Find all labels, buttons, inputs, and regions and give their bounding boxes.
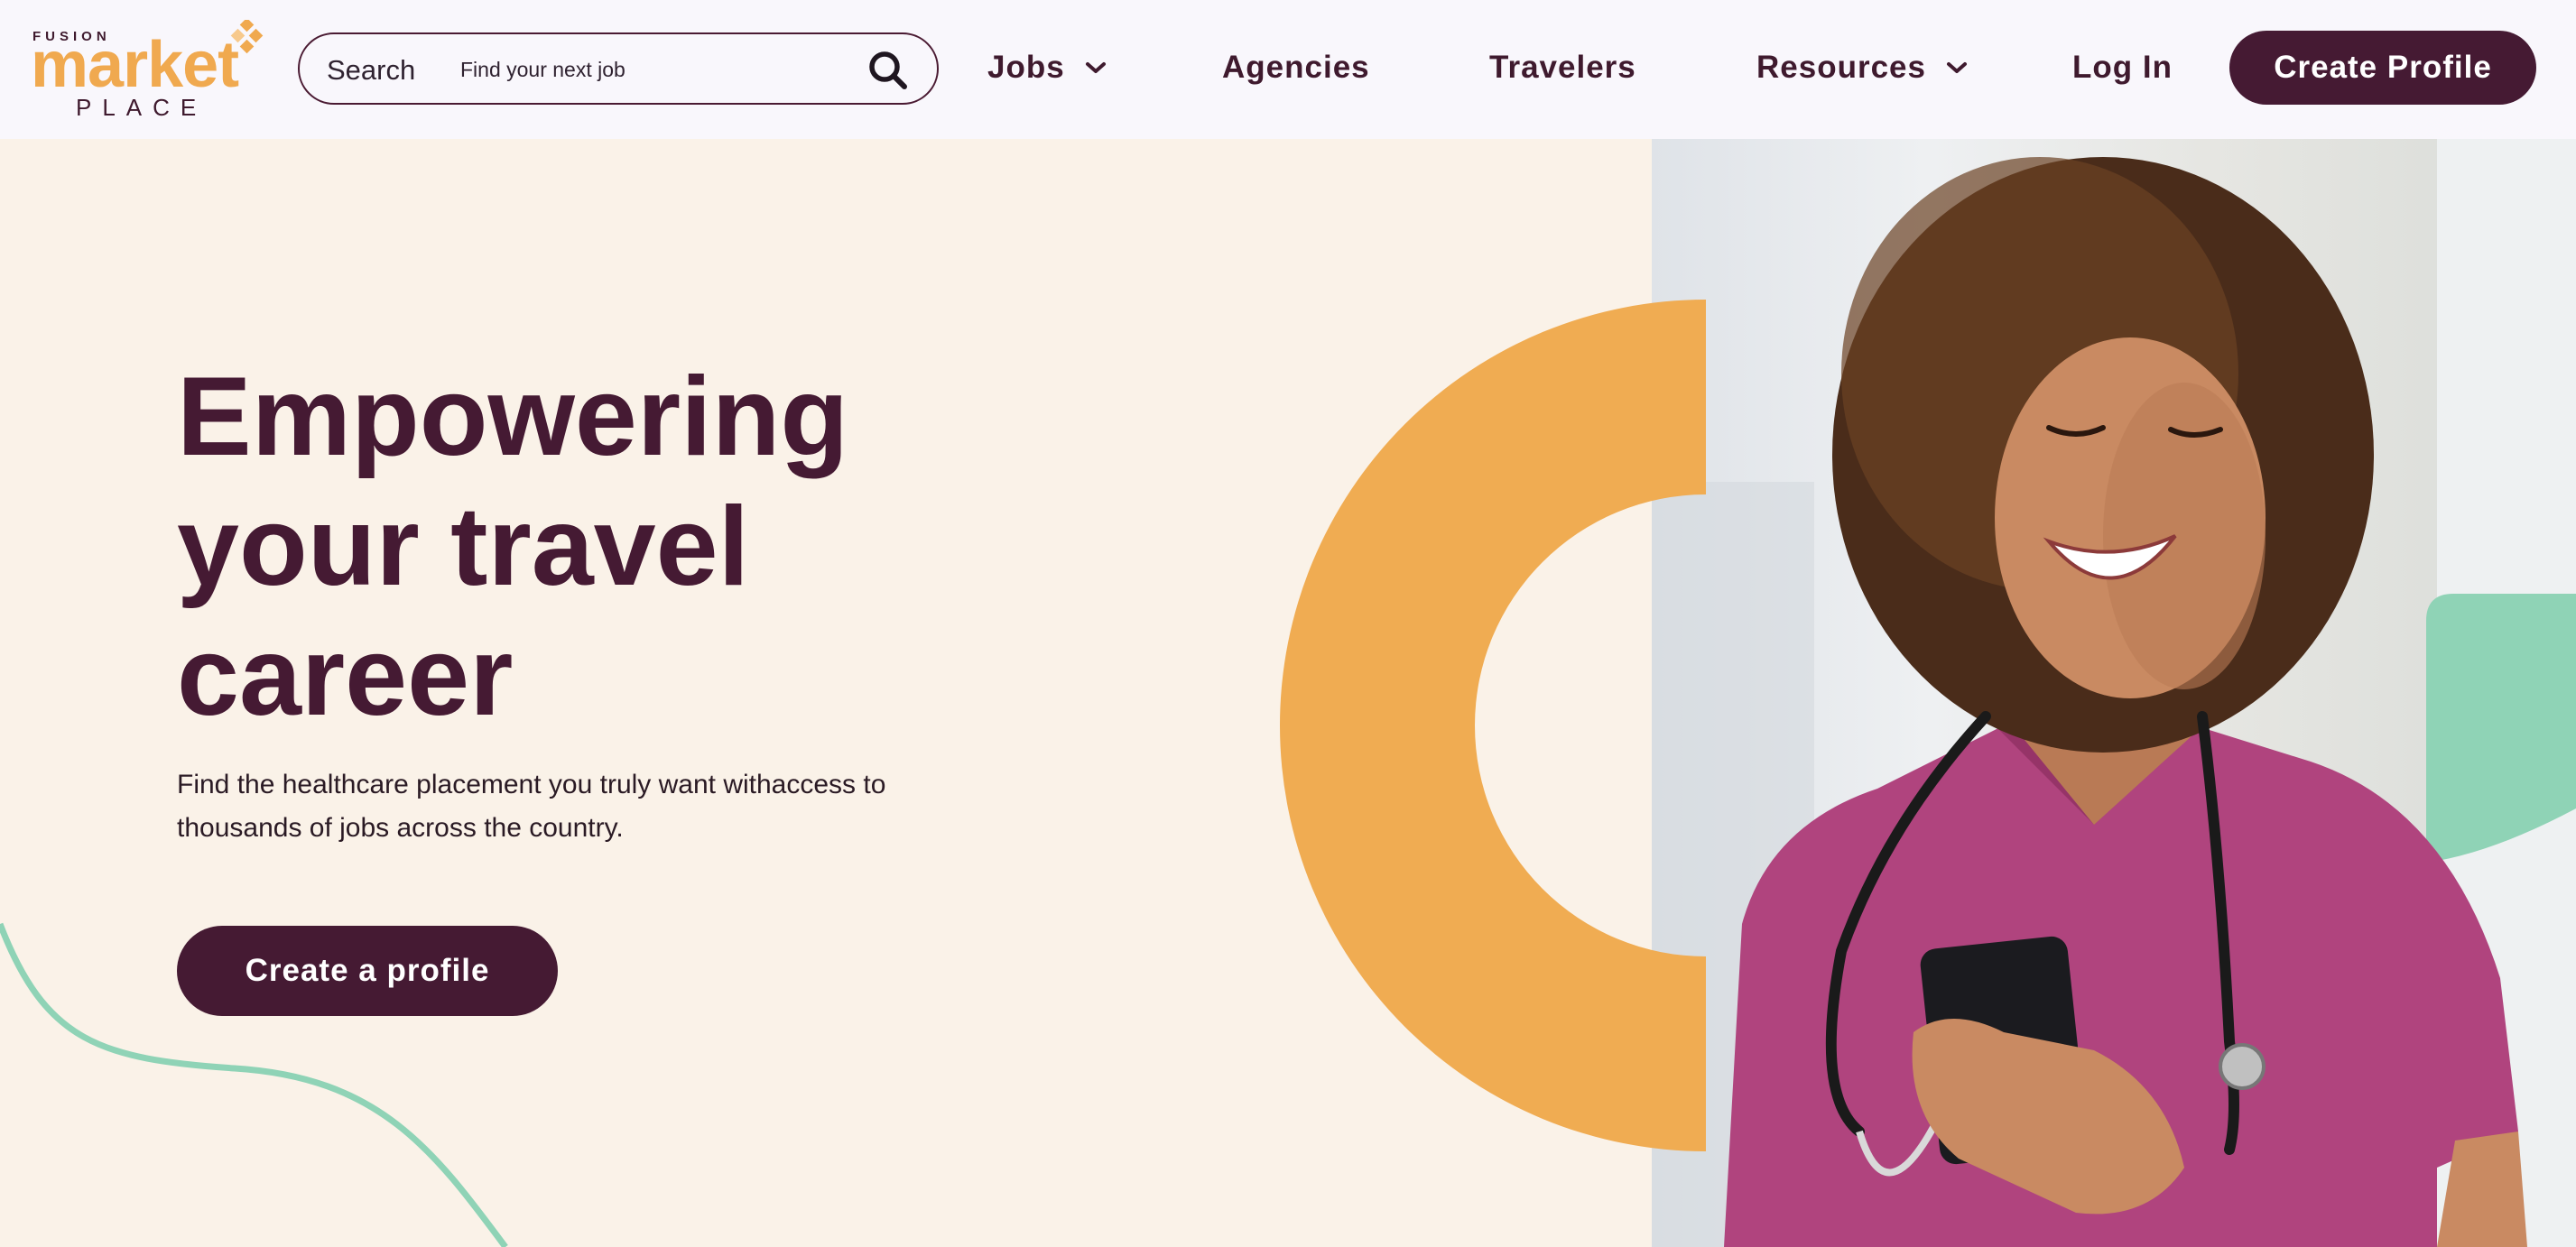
nav-travelers-label: Travelers <box>1489 50 1636 85</box>
hero-section: Empowering your travel career Find the h… <box>0 139 2576 1247</box>
logo-market-text: market <box>31 29 239 101</box>
search-icon[interactable] <box>866 49 910 92</box>
nav-resources-label: Resources <box>1756 50 1926 85</box>
nav-jobs-label: Jobs <box>987 50 1065 85</box>
hero-subtext-line-1: Find the healthcare placement you truly … <box>177 770 886 799</box>
stethoscope-chest-piece <box>2219 1043 2266 1090</box>
hero-headline: Empowering your travel career <box>177 352 989 742</box>
create-a-profile-button[interactable]: Create a profile <box>177 926 558 1016</box>
fusion-marketplace-logo[interactable]: FUSION market PLACE <box>31 20 265 121</box>
chevron-down-icon <box>1085 62 1106 73</box>
chevron-down-icon <box>1946 62 1967 73</box>
nav-travelers-link[interactable]: Travelers <box>1489 45 1636 90</box>
nav-resources-dropdown[interactable]: Resources <box>1756 45 1968 90</box>
nav-jobs-dropdown[interactable]: Jobs <box>987 45 1107 90</box>
login-link[interactable]: Log In <box>2072 45 2173 90</box>
login-label: Log In <box>2072 50 2173 85</box>
headline-line-3: career <box>177 614 514 739</box>
logo-cross-mark-icon <box>230 20 264 54</box>
search-label: Search <box>327 54 416 86</box>
job-search-input[interactable] <box>460 52 839 87</box>
face-shade <box>2103 383 2266 689</box>
headline-line-1: Empowering <box>177 355 849 479</box>
job-search-bar: Search <box>298 32 939 105</box>
hero-subtext-line-2: thousands of jobs across the country. <box>177 813 624 843</box>
hero-subtext: Find the healthcare placement you truly … <box>177 763 989 850</box>
logo-place-text: PLACE <box>76 94 208 121</box>
create-profile-button[interactable]: Create Profile <box>2229 31 2536 105</box>
orange-ring-shape <box>1280 300 1706 1151</box>
top-navigation-bar: FUSION market PLACE Search Jobs <box>0 0 2576 139</box>
nav-agencies-label: Agencies <box>1222 50 1370 85</box>
nav-agencies-link[interactable]: Agencies <box>1222 45 1370 90</box>
page: FUSION market PLACE Search Jobs <box>0 0 2576 1247</box>
headline-line-2: your travel <box>177 485 750 609</box>
nurse-figure <box>1724 157 2527 1247</box>
